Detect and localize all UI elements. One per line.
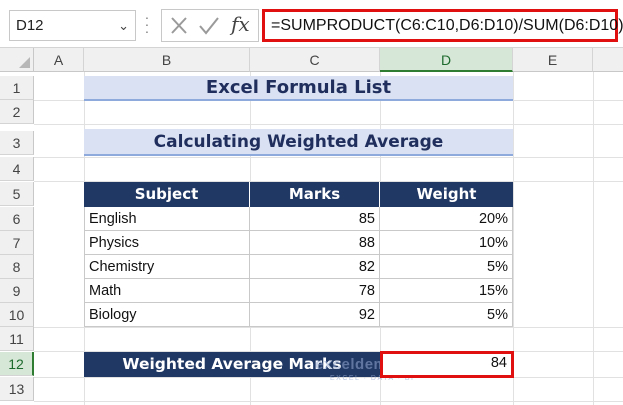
row-header-2[interactable]: 2: [0, 100, 34, 124]
table-cell-marks[interactable]: 88: [250, 231, 380, 255]
table-cell-weight[interactable]: 10%: [380, 231, 513, 255]
table-cell-subject[interactable]: Chemistry: [84, 255, 250, 279]
table-cell-subject[interactable]: English: [84, 207, 250, 231]
table-cell-marks[interactable]: 92: [250, 303, 380, 327]
cancel-x-icon[interactable]: [171, 17, 187, 34]
row-header-3[interactable]: 3: [0, 131, 34, 155]
column-header-c[interactable]: C: [250, 48, 380, 72]
grid-line: [34, 377, 623, 378]
column-header-b[interactable]: B: [84, 48, 250, 72]
table-cell-subject[interactable]: Math: [84, 279, 250, 303]
sheet-title[interactable]: Excel Formula List: [84, 76, 513, 101]
column-header-e[interactable]: E: [513, 48, 593, 72]
table-cell-weight[interactable]: 20%: [380, 207, 513, 231]
row-header-5[interactable]: 5: [0, 182, 34, 206]
table-cell-weight[interactable]: 15%: [380, 279, 513, 303]
row-header-8[interactable]: 8: [0, 255, 34, 279]
table-header-subject[interactable]: Subject: [84, 182, 250, 207]
row-header-9[interactable]: 9: [0, 279, 34, 303]
row-header-10[interactable]: 10: [0, 303, 34, 327]
table-header-weight[interactable]: Weight: [380, 182, 513, 207]
row-header-7[interactable]: 7: [0, 231, 34, 255]
select-all-corner[interactable]: [0, 48, 34, 72]
column-header-f[interactable]: [593, 48, 623, 72]
row-header-4[interactable]: 4: [0, 157, 34, 181]
column-header-a[interactable]: A: [34, 48, 84, 72]
table-cell-marks[interactable]: 82: [250, 255, 380, 279]
table-cell-weight[interactable]: 5%: [380, 303, 513, 327]
grid-line: [34, 401, 623, 402]
row-header-6[interactable]: 6: [0, 207, 34, 231]
grid-line: [593, 72, 594, 405]
formula-actions: fx: [161, 9, 259, 42]
table-header-marks[interactable]: Marks: [250, 182, 380, 207]
row-header-1[interactable]: 1: [0, 76, 34, 100]
formula-input[interactable]: =SUMPRODUCT(C6:C10,D6:D10)/SUM(D6:D10): [262, 9, 623, 42]
name-box-value: D12: [16, 17, 44, 34]
table-cell-subject[interactable]: Biology: [84, 303, 250, 327]
table-cell-marks[interactable]: 78: [250, 279, 380, 303]
row-header-13[interactable]: 13: [0, 377, 34, 401]
column-header-d[interactable]: D: [380, 48, 513, 72]
table-cell-weight[interactable]: 5%: [380, 255, 513, 279]
chevron-down-icon[interactable]: ⌄: [118, 11, 129, 40]
name-box[interactable]: D12 ⌄: [9, 10, 136, 41]
table-cell-subject[interactable]: Physics: [84, 231, 250, 255]
row-header-12[interactable]: 12: [0, 352, 34, 376]
more-options-icon[interactable]: · · ·: [143, 10, 151, 38]
fx-icon[interactable]: fx: [231, 12, 250, 36]
sheet-subtitle[interactable]: Calculating Weighted Average: [84, 129, 513, 156]
weighted-average-value-cell[interactable]: 84: [380, 351, 514, 378]
grid-line: [34, 157, 623, 158]
check-icon[interactable]: [199, 17, 219, 35]
row-header-11[interactable]: 11: [0, 327, 34, 351]
grid-line: [34, 124, 623, 125]
table-cell-marks[interactable]: 85: [250, 207, 380, 231]
grid-line: [34, 327, 623, 328]
